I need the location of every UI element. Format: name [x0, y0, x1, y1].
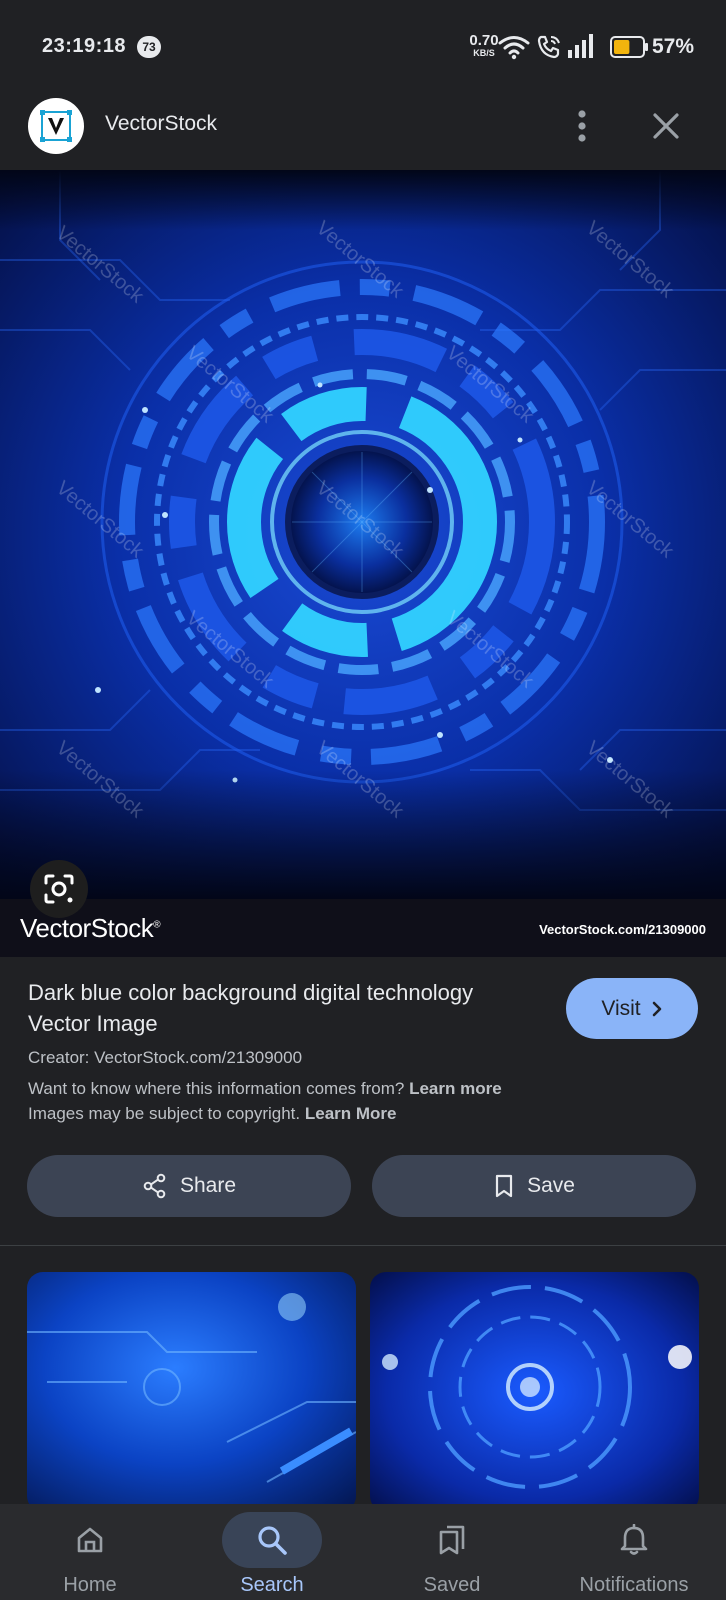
nav-item-saved[interactable]: Saved	[372, 1504, 532, 1600]
save-label: Save	[527, 1174, 575, 1197]
digital-technology-artwork: VectorStock VectorStock VectorStock Vect…	[0, 170, 726, 899]
result-image[interactable]: VectorStock VectorStock VectorStock Vect…	[0, 170, 726, 957]
search-icon	[258, 1526, 287, 1555]
site-name: VectorStock	[105, 112, 218, 135]
related-image-1-artwork	[27, 1272, 356, 1512]
chevron-right-icon	[652, 1001, 661, 1016]
notification-count-badge: 73	[137, 36, 161, 58]
nav-item-notifications[interactable]: Notifications	[554, 1504, 714, 1600]
nav-icon-container	[584, 1512, 684, 1568]
watermark-brand: VectorStock®	[20, 913, 161, 943]
vectorstock-logo-icon	[40, 110, 72, 142]
close-icon	[653, 113, 679, 139]
copyright-line: Images may be subject to copyright. Lear…	[28, 1104, 397, 1124]
visit-label: Visit	[601, 996, 641, 1020]
image-watermark-bar: VectorStock® VectorStock.com/21309000	[0, 899, 726, 957]
nav-label: Notifications	[579, 1574, 689, 1596]
nav-label: Saved	[423, 1574, 481, 1596]
save-button[interactable]: Save	[372, 1155, 696, 1217]
section-divider	[0, 1245, 726, 1246]
clock: 23:19:18	[42, 35, 127, 57]
info-source-line: Want to know where this information come…	[28, 1079, 502, 1099]
info-question: Want to know where this information come…	[28, 1079, 405, 1098]
watermark-url: VectorStock.com/21309000	[539, 922, 706, 937]
lens-search-button[interactable]	[30, 860, 88, 918]
bookmark-icon	[495, 1174, 513, 1198]
result-title: Dark blue color background digital techn…	[28, 980, 474, 1036]
network-speed-value: 0.70	[469, 32, 499, 49]
nav-label: Home	[63, 1574, 117, 1596]
nav-item-search[interactable]: Search	[192, 1504, 352, 1600]
nav-item-home[interactable]: Home	[10, 1504, 170, 1600]
home-icon	[77, 1527, 103, 1553]
saved-collections-icon	[439, 1525, 465, 1555]
more-vert-icon	[578, 110, 586, 142]
copyright-learn-more-link[interactable]: Learn More	[305, 1104, 397, 1123]
learn-more-link[interactable]: Learn more	[409, 1079, 502, 1098]
source-header: VectorStock	[0, 80, 726, 170]
visit-button[interactable]: Visit	[566, 978, 698, 1039]
share-label: Share	[179, 1174, 237, 1197]
bell-icon	[620, 1524, 648, 1555]
related-image-thumbnail[interactable]	[27, 1272, 356, 1512]
network-speed: 0.70 KB/S	[466, 33, 502, 58]
battery-icon	[610, 36, 648, 58]
watermark-brand-text: VectorStock	[20, 913, 154, 943]
signal-strength-icon	[568, 34, 593, 58]
battery-percentage: 57%	[652, 35, 695, 58]
network-speed-unit: KB/S	[473, 48, 495, 58]
wifi-icon	[498, 36, 530, 60]
nav-icon-container	[40, 1512, 140, 1568]
nav-icon-container	[402, 1512, 502, 1568]
more-options-button[interactable]	[562, 104, 602, 148]
wifi-calling-icon	[537, 35, 560, 59]
site-logo	[28, 98, 84, 154]
close-button[interactable]	[644, 104, 688, 148]
nav-icon-container	[222, 1512, 322, 1568]
copyright-text: Images may be subject to copyright.	[28, 1104, 301, 1123]
share-icon	[143, 1173, 166, 1199]
share-button[interactable]: Share	[27, 1155, 351, 1217]
creator-text: Creator: VectorStock.com/21309000	[28, 1048, 303, 1067]
related-image-2-artwork	[370, 1272, 699, 1512]
related-image-thumbnail[interactable]	[370, 1272, 699, 1512]
status-bar: 23:19:18 73 0.70 KB/S 57%	[0, 0, 726, 80]
nav-label: Search	[240, 1574, 304, 1596]
lens-icon	[44, 874, 74, 904]
bottom-navigation: Home Search Saved Notifications	[0, 1504, 726, 1600]
